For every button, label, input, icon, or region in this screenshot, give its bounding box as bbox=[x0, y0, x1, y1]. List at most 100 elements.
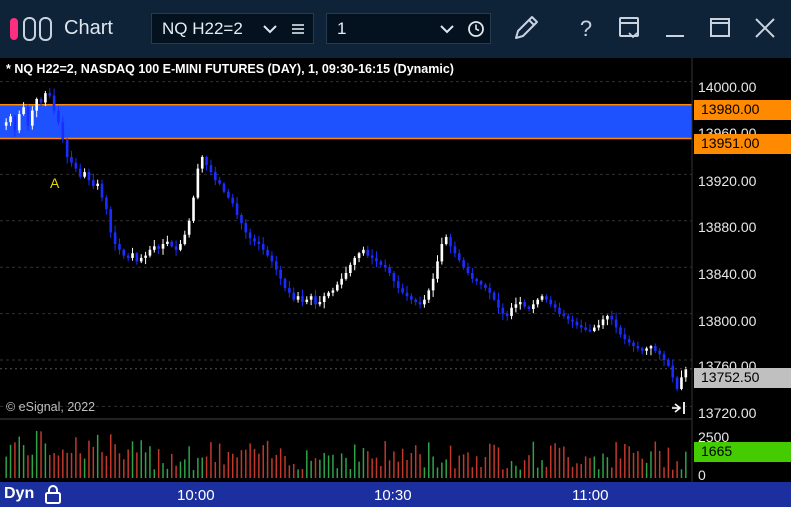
candle bbox=[205, 157, 208, 166]
candle bbox=[501, 307, 505, 314]
candle bbox=[209, 165, 213, 173]
volume-tag: 1665 bbox=[694, 442, 791, 462]
candle bbox=[118, 244, 121, 250]
candle bbox=[327, 292, 330, 297]
candle bbox=[505, 313, 509, 316]
candle bbox=[619, 327, 622, 335]
candle bbox=[283, 278, 287, 289]
candle bbox=[78, 168, 82, 177]
candle bbox=[349, 264, 352, 273]
help-icon[interactable]: ? bbox=[572, 12, 600, 44]
candle bbox=[375, 257, 378, 262]
candle bbox=[122, 249, 126, 256]
maximize-icon[interactable] bbox=[707, 12, 733, 44]
candle bbox=[545, 296, 548, 300]
candle bbox=[296, 296, 300, 300]
candle bbox=[161, 244, 165, 249]
candle bbox=[231, 197, 235, 204]
candle bbox=[274, 261, 278, 270]
candle bbox=[614, 319, 618, 328]
chevron-down-icon[interactable] bbox=[262, 22, 278, 36]
app-logo-icon bbox=[10, 17, 52, 41]
copyright-text: © eSignal, 2022 bbox=[6, 400, 96, 414]
clock-icon[interactable] bbox=[467, 20, 485, 38]
interval-selector[interactable]: 1 bbox=[326, 13, 491, 44]
candle bbox=[44, 93, 47, 103]
candle bbox=[157, 246, 160, 249]
volume-tick: 0 bbox=[698, 467, 706, 483]
candle bbox=[322, 296, 326, 302]
window-title: Chart bbox=[64, 17, 113, 39]
chevron-down-icon[interactable] bbox=[439, 22, 455, 36]
candle bbox=[414, 299, 418, 302]
candle bbox=[636, 346, 640, 349]
candle bbox=[549, 299, 553, 305]
candle bbox=[187, 220, 191, 235]
candle bbox=[645, 348, 648, 351]
price-tick: 13840.00 bbox=[698, 266, 757, 282]
list-icon[interactable] bbox=[290, 22, 306, 36]
candle bbox=[401, 288, 404, 293]
candle bbox=[213, 172, 217, 181]
candle bbox=[52, 95, 56, 111]
candle bbox=[571, 319, 574, 322]
layout-menu-icon[interactable] bbox=[616, 12, 644, 44]
candle bbox=[314, 296, 317, 305]
interval-value[interactable]: 1 bbox=[337, 19, 346, 39]
time-axis-bar[interactable]: Dyn 10:00 10:30 11:00 bbox=[0, 482, 791, 507]
last-price-tag: 13752.50 bbox=[694, 368, 791, 388]
symbol-value[interactable]: NQ H22=2 bbox=[162, 19, 243, 39]
price-chart[interactable] bbox=[0, 58, 791, 482]
symbol-selector[interactable]: NQ H22=2 bbox=[151, 13, 314, 44]
candle bbox=[680, 377, 683, 389]
band-upper-tag[interactable]: 13980.00 bbox=[694, 100, 791, 120]
candle bbox=[514, 304, 518, 308]
candle bbox=[462, 260, 465, 268]
candle bbox=[579, 325, 583, 328]
candle bbox=[632, 342, 635, 347]
candle bbox=[131, 253, 134, 258]
candle bbox=[475, 278, 479, 282]
candle bbox=[488, 288, 492, 293]
candle bbox=[392, 273, 396, 282]
candle bbox=[627, 339, 631, 343]
close-icon[interactable] bbox=[752, 12, 778, 44]
candle bbox=[540, 296, 544, 300]
candle bbox=[601, 319, 605, 326]
candle bbox=[301, 296, 304, 302]
time-tick: 10:30 bbox=[374, 487, 412, 504]
price-tick: 13880.00 bbox=[698, 219, 757, 235]
candle bbox=[13, 116, 17, 131]
candle bbox=[192, 197, 195, 221]
candle bbox=[335, 284, 339, 291]
candle bbox=[584, 327, 587, 330]
candle bbox=[532, 304, 535, 309]
candle bbox=[96, 183, 99, 186]
candle bbox=[405, 292, 409, 297]
mode-label[interactable]: Dyn bbox=[4, 485, 34, 503]
candle bbox=[457, 253, 461, 261]
pencil-icon[interactable] bbox=[510, 12, 542, 44]
candle bbox=[418, 302, 422, 305]
minimize-icon[interactable] bbox=[662, 12, 688, 44]
candle bbox=[292, 292, 296, 300]
candle bbox=[471, 273, 474, 279]
candle bbox=[244, 223, 248, 233]
time-tick: 10:00 bbox=[177, 487, 215, 504]
candle bbox=[139, 257, 143, 262]
candle bbox=[309, 296, 313, 300]
candle bbox=[466, 267, 470, 273]
candle bbox=[92, 180, 95, 186]
band-lower-tag[interactable]: 13951.00 bbox=[694, 134, 791, 154]
candle bbox=[593, 327, 596, 331]
candle bbox=[667, 360, 670, 366]
candle bbox=[427, 290, 431, 300]
candle bbox=[83, 172, 86, 177]
candle bbox=[35, 99, 38, 111]
candle bbox=[26, 107, 30, 126]
candle bbox=[17, 114, 21, 131]
candle bbox=[174, 246, 178, 250]
lock-icon[interactable] bbox=[44, 484, 62, 505]
candle bbox=[200, 157, 204, 169]
candle bbox=[566, 315, 570, 320]
